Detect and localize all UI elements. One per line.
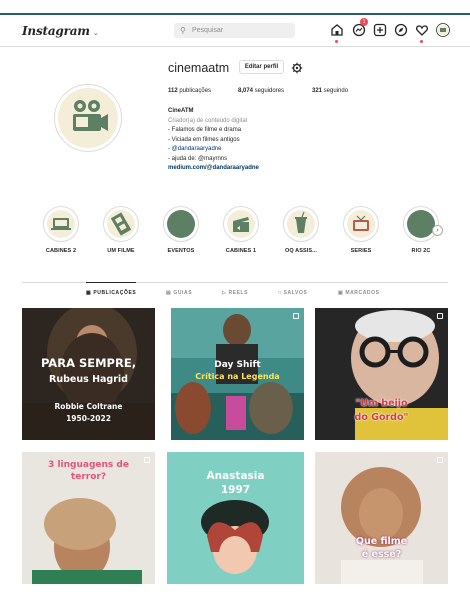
post-caption: PARA SEMPRE, [40, 356, 137, 370]
post-caption: Que filme [355, 536, 408, 547]
highlight-cabines-2[interactable]: CABINES 2 [41, 206, 81, 254]
bio-name: CineATM [168, 108, 194, 114]
post-caption: 1950-2022 [66, 414, 111, 423]
highlight-series[interactable]: SERIES [341, 206, 381, 254]
post-image [315, 452, 448, 584]
post-caption: é esse? [361, 549, 402, 560]
film-strip-icon [110, 212, 132, 236]
highlight-label: EVENTOS [167, 248, 195, 254]
top-navbar: Instagram ⌄ ⚲ Pesquisar 1 [0, 15, 470, 47]
active-tab-indicator [86, 282, 136, 283]
post-caption: Rubeus Hagrid [49, 374, 128, 385]
profile-bio: CineATM Criador(a) de conteúdo digital -… [168, 107, 368, 174]
film-camera-icon [73, 100, 108, 131]
post-caption: Crítica na Legenda [195, 372, 280, 381]
bio-category: Criador(a) de conteúdo digital [168, 117, 248, 124]
highlight-label: OQ ASSIS... [284, 248, 318, 254]
post-tile[interactable]: PARA SEMPRE, Rubeus Hagrid Robbie Coltra… [22, 308, 155, 440]
post-caption: 1997 [220, 484, 251, 496]
bio-line: - Falamos de filme e drama [168, 127, 242, 133]
search-placeholder: Pesquisar [192, 27, 224, 34]
following-stat[interactable]: 321 seguindo [312, 88, 348, 94]
post-tile[interactable]: "Um beijo do Gordo" [315, 308, 448, 440]
post-tile[interactable]: 3 linguagens de terror? [22, 452, 155, 584]
tab-reels[interactable]: ▷ REELS [222, 290, 248, 296]
post-caption: "Um beijo [355, 398, 408, 409]
profile-avatar[interactable] [54, 84, 122, 152]
post-caption: Day Shift [214, 360, 261, 370]
highlight-eventos[interactable]: EVENTOS [161, 206, 201, 254]
heart-icon[interactable] [415, 23, 429, 43]
highlight-label: RIO 2C [411, 248, 431, 254]
tab-guides[interactable]: ▤ GUIAS [166, 290, 192, 296]
highlight-label: CABINES 2 [45, 248, 77, 254]
highlight-label: SERIES [350, 248, 372, 254]
bio-line: - Viciada em filmes antigos [168, 136, 240, 143]
edit-profile-button[interactable]: Editar perfil [239, 60, 284, 74]
post-tile[interactable]: Que filme é esse? [315, 452, 448, 584]
instagram-logo[interactable]: Instagram ⌄ [22, 24, 99, 38]
post-tile[interactable]: Anastasia 1997 [167, 452, 304, 584]
highlight-oq-assis[interactable]: OQ ASSIS... [281, 206, 321, 254]
highlight-cabines-1[interactable]: CABINES 1 [221, 206, 261, 254]
activity-dot [420, 40, 423, 43]
tab-saved[interactable]: □ SALVOS [278, 290, 307, 296]
bio-mention[interactable]: - @dandaraaryadne [168, 145, 368, 155]
gear-icon[interactable] [291, 61, 303, 79]
multi-post-icon [293, 313, 299, 319]
home-icon[interactable] [330, 23, 344, 43]
post-caption: 3 linguagens de [48, 460, 129, 470]
highlights-next-arrow-icon[interactable]: › [432, 225, 443, 236]
highlight-um-filme[interactable]: UM FILME [101, 206, 141, 254]
post-caption: Anastasia [206, 470, 265, 482]
profile-username: cinemaatm [168, 61, 230, 75]
highlight-label: UM FILME [107, 248, 135, 254]
posts-stat: 112 publicações [168, 88, 212, 94]
clapperboard-icon [233, 217, 249, 232]
post-caption: do Gordo" [354, 412, 409, 423]
search-input[interactable]: ⚲ Pesquisar [174, 23, 295, 38]
drink-cup-icon [295, 211, 307, 233]
new-post-icon[interactable] [373, 23, 387, 37]
highlight-label: CABINES 1 [225, 248, 257, 254]
explore-icon[interactable] [394, 23, 408, 37]
post-caption: terror? [70, 472, 107, 482]
laptop-icon [51, 218, 71, 230]
search-icon: ⚲ [180, 26, 186, 35]
notification-badge: 1 [360, 18, 368, 26]
bio-helper: - ajuda de: @mayrnns [168, 155, 228, 162]
post-tile[interactable]: Day Shift Crítica na Legenda [171, 308, 304, 440]
tv-icon [353, 215, 369, 231]
tab-tagged[interactable]: ▣ MARCADOS [338, 290, 380, 296]
multi-post-icon [437, 457, 443, 463]
bio-url-link[interactable]: medium.com/@dandaraaryadne [168, 164, 368, 174]
home-active-dot [335, 40, 338, 43]
profile-avatar-small[interactable] [436, 23, 450, 37]
post-caption: Robbie Coltrane [54, 402, 123, 411]
messenger-icon[interactable]: 1 [352, 18, 368, 37]
multi-post-icon [437, 313, 443, 319]
followers-stat[interactable]: 8,074 seguidores [238, 88, 284, 94]
chevron-down-icon[interactable]: ⌄ [93, 29, 99, 37]
tab-posts[interactable]: ▦ PUBLICAÇÕES [86, 290, 136, 296]
